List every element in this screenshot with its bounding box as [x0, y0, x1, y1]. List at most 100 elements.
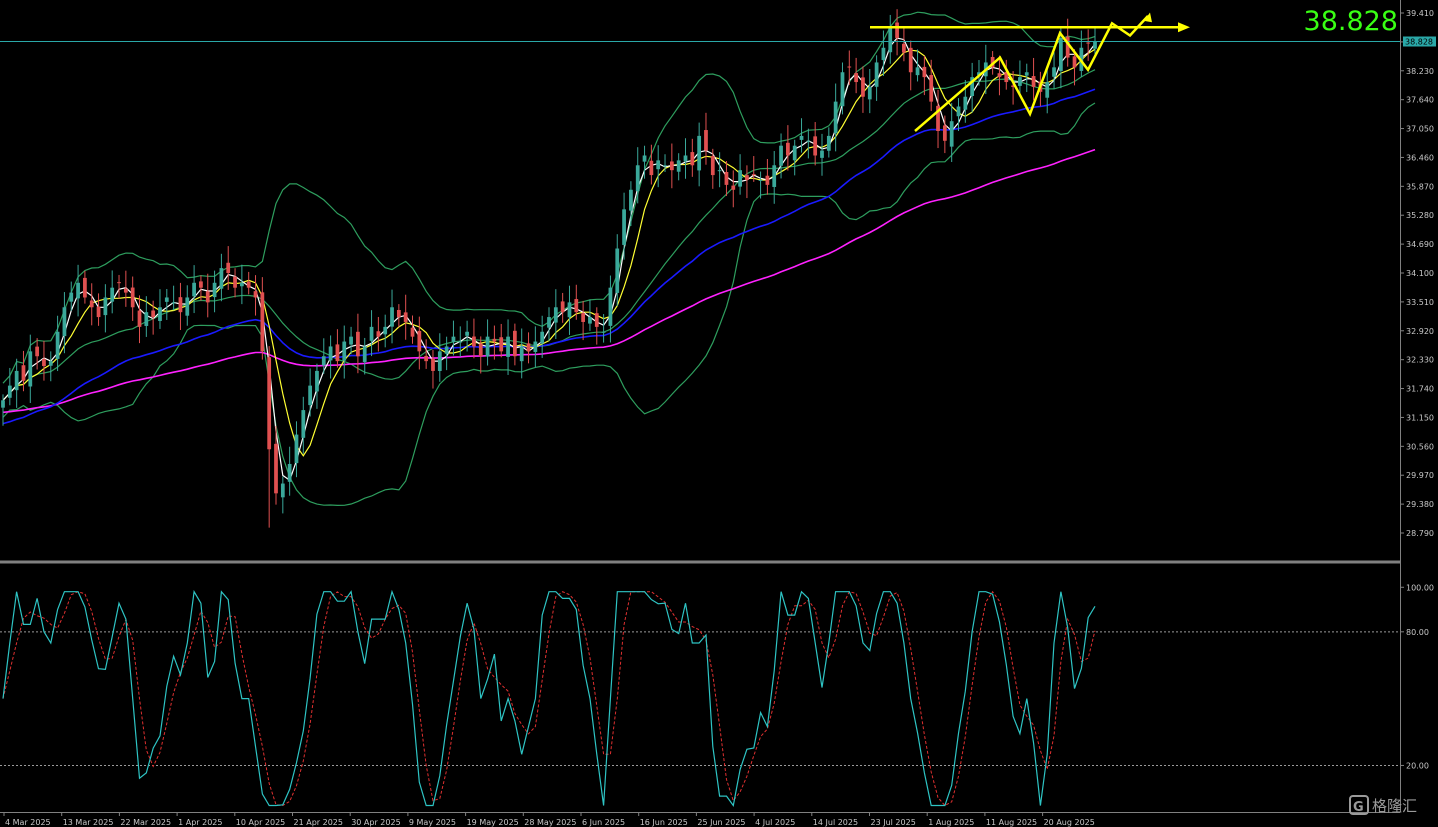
- candle-body: [820, 150, 824, 158]
- candle-body: [854, 73, 859, 83]
- candle-body: [226, 262, 231, 273]
- candle-body: [287, 463, 292, 482]
- candle-body: [110, 287, 115, 302]
- candle-body: [663, 165, 667, 167]
- candle-body: [328, 346, 333, 361]
- candle-body: [1018, 77, 1022, 86]
- candle-body: [649, 160, 654, 176]
- candle-body: [963, 96, 968, 110]
- candle-body: [690, 152, 695, 166]
- candle-body: [42, 359, 46, 367]
- candle-body: [14, 370, 19, 391]
- candle-body: [376, 331, 381, 337]
- time-tick-label: 4 Mar 2025: [5, 818, 51, 827]
- ma100-line: [2, 148, 1096, 414]
- candle-body: [758, 179, 763, 181]
- candle-body: [779, 145, 783, 166]
- price-tick-label: 33.510: [1406, 298, 1434, 307]
- time-tick-label: 1 Aug 2025: [928, 818, 974, 827]
- candle-body: [874, 62, 879, 87]
- time-tick-label: 22 Mar 2025: [120, 818, 171, 827]
- osc-tick-label: 80.00: [1406, 628, 1429, 637]
- time-tick-label: 9 May 2025: [409, 818, 456, 827]
- candle-body: [553, 307, 558, 323]
- candle-body: [444, 346, 449, 354]
- candle-body: [192, 282, 196, 297]
- candle-body: [403, 312, 408, 322]
- candle-body: [560, 301, 565, 313]
- candle-body: [895, 22, 899, 38]
- oscillator-axis: 100.00 80.00 20.00: [1400, 583, 1434, 770]
- price-tick-label: 29.380: [1406, 500, 1434, 509]
- candle-body: [826, 135, 831, 151]
- candle-body: [547, 317, 551, 328]
- candle-body: [130, 287, 135, 308]
- candle-body: [949, 121, 954, 147]
- price-tick-label: 36.460: [1406, 153, 1434, 162]
- price-tick-label: 35.870: [1406, 182, 1434, 191]
- candle-body: [745, 175, 749, 180]
- candle-body: [799, 135, 804, 140]
- candle-body: [158, 307, 162, 321]
- candle-body: [765, 175, 770, 185]
- candle-body: [349, 336, 353, 345]
- time-axis: 4 Mar 2025 13 Mar 2025 22 Mar 2025 1 Apr 20…: [3, 812, 1095, 827]
- candle-body: [724, 171, 729, 185]
- osc-tick-label: 100.00: [1406, 583, 1434, 592]
- candle-body: [123, 288, 128, 293]
- candle-body: [451, 336, 456, 342]
- candle-body: [1093, 41, 1097, 49]
- candle-body: [178, 297, 183, 313]
- candle-body: [89, 300, 94, 308]
- candle-body: [205, 291, 210, 303]
- candle-body: [902, 43, 906, 53]
- candle-body: [526, 343, 531, 352]
- candle-body: [383, 326, 388, 335]
- candle-body: [622, 209, 626, 245]
- candle-body: [588, 317, 592, 324]
- candle-body: [260, 292, 265, 352]
- candle-body: [1058, 37, 1063, 71]
- candle-body: [629, 189, 633, 211]
- price-tick-label: 32.330: [1406, 356, 1434, 365]
- candle-body: [1, 400, 5, 408]
- candle-body: [506, 336, 510, 357]
- candle-body: [942, 125, 947, 141]
- candle-body: [48, 361, 53, 366]
- candle-body: [772, 165, 777, 187]
- candle-body: [847, 66, 852, 68]
- candle-body: [881, 47, 886, 61]
- candle-body: [274, 443, 278, 494]
- candle-body: [601, 331, 606, 333]
- watermark-label: 格隆汇: [1372, 797, 1417, 815]
- time-tick-label: 10 Apr 2025: [236, 818, 285, 827]
- candle-body: [335, 344, 340, 362]
- candle-body: [731, 185, 736, 190]
- time-tick-label: 16 Jun 2025: [640, 818, 688, 827]
- candle-body: [861, 77, 865, 97]
- price-pane: 39.41038.82038.23037.64037.05036.46035.8…: [0, 6, 1436, 538]
- price-tick-label: 29.970: [1406, 471, 1434, 480]
- zigzag-projection: [914, 15, 1149, 132]
- candle-body: [465, 331, 469, 336]
- candle-body: [424, 355, 429, 362]
- time-tick-label: 21 Apr 2025: [294, 818, 343, 827]
- chart-canvas: 39.41038.82038.23037.64037.05036.46035.8…: [0, 0, 1436, 827]
- candle-body: [540, 331, 545, 344]
- candle-body: [888, 28, 893, 53]
- candle-body: [185, 297, 190, 316]
- candle-body: [717, 170, 722, 172]
- candle-body: [253, 291, 258, 298]
- candle-body: [499, 337, 504, 352]
- candle-body: [83, 277, 87, 298]
- candle-body: [239, 282, 244, 287]
- current-price-tag-label: 38.828: [1405, 37, 1433, 46]
- time-tick-label: 6 Jun 2025: [582, 818, 625, 827]
- candle-body: [342, 341, 347, 361]
- time-tick-label: 1 Apr 2025: [178, 818, 222, 827]
- candle-body: [212, 282, 217, 298]
- candle-body: [417, 330, 422, 352]
- time-tick-label: 14 Jul 2025: [813, 818, 858, 827]
- time-tick-label: 20 Aug 2025: [1044, 818, 1095, 827]
- candle-body: [594, 313, 599, 327]
